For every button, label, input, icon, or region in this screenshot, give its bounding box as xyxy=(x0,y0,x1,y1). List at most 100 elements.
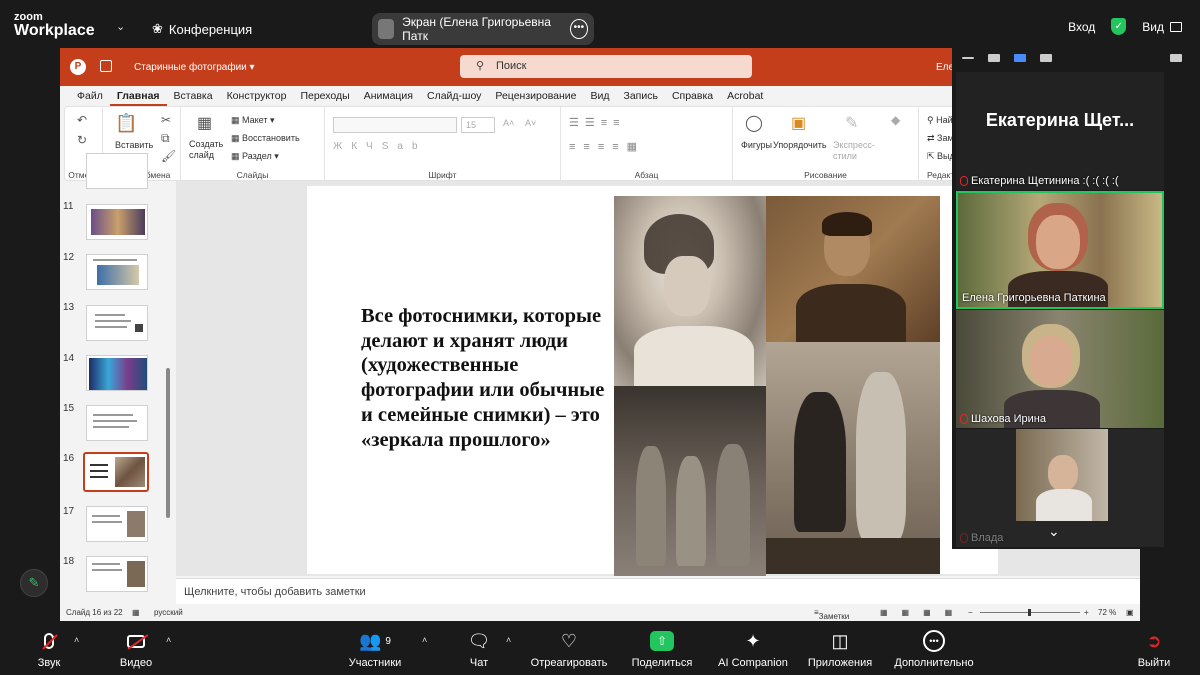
slide-thumb[interactable] xyxy=(86,556,148,592)
slide-thumb[interactable] xyxy=(86,405,148,441)
tab-transitions[interactable]: Переходы xyxy=(293,86,356,106)
tab-review[interactable]: Рецензирование xyxy=(488,86,583,106)
view-buttons[interactable]: ▦▦▦▦ xyxy=(880,608,966,617)
slide-thumb[interactable] xyxy=(86,355,148,391)
shape-fill-icon[interactable]: ◆ xyxy=(891,113,900,127)
ai-companion-button[interactable]: ✦ AI Companion xyxy=(716,629,790,670)
paste-icon[interactable]: 📋 xyxy=(115,113,137,134)
chat-options-caret[interactable]: ˄ xyxy=(506,635,511,645)
minimize-icon[interactable] xyxy=(962,57,974,59)
slide-thumb[interactable] xyxy=(86,506,148,542)
video-options-caret[interactable]: ˄ xyxy=(166,635,171,645)
participants-options-caret[interactable]: ˄ xyxy=(422,635,427,645)
zoom-in-icon[interactable]: + xyxy=(1084,608,1089,617)
thumbnails-scrollbar[interactable] xyxy=(166,368,170,518)
gallery-view-icon[interactable] xyxy=(1040,54,1052,62)
font-name-select[interactable] xyxy=(333,117,457,133)
participants-button[interactable]: 👥 9 Участники xyxy=(344,629,406,670)
leave-button[interactable]: ➲ Выйти xyxy=(1136,629,1172,670)
font-grow-icon[interactable]: A˄ xyxy=(503,118,514,128)
shapes-icon[interactable]: ◯ xyxy=(745,113,763,133)
redo-icon[interactable]: ↻ xyxy=(77,133,87,147)
save-icon[interactable] xyxy=(100,60,112,72)
signin-link[interactable]: Вход xyxy=(1068,20,1095,34)
fit-slide-icon[interactable]: ▣ xyxy=(1126,608,1134,617)
section-button[interactable]: ▦ Раздел ▾ xyxy=(231,151,279,162)
arrange-icon[interactable]: ▣ xyxy=(791,113,806,133)
participant-tile[interactable]: Влада ⌄ xyxy=(956,429,1164,547)
view-button[interactable]: Вид xyxy=(1142,20,1182,34)
tab-design[interactable]: Конструктор xyxy=(220,86,294,106)
paste-label[interactable]: Вставить xyxy=(115,140,153,150)
notes-button[interactable]: ≡ Заметки xyxy=(814,608,849,621)
tab-insert[interactable]: Вставка xyxy=(167,86,220,106)
slide-thumb[interactable] xyxy=(86,204,148,240)
align-icons[interactable]: ≡≡≡≡▦ xyxy=(569,140,645,153)
tab-view[interactable]: Вид xyxy=(584,86,617,106)
participant-tile[interactable]: Екатерина Щет... Екатерина Щетинина :( :… xyxy=(956,72,1164,190)
slide-thumb[interactable] xyxy=(86,254,148,290)
list-icons[interactable]: ☰☰≡≡ xyxy=(569,116,626,129)
zoom-out-icon[interactable]: − xyxy=(968,608,973,617)
quick-styles-icon[interactable]: ✎ xyxy=(845,113,858,133)
zoom-slider-thumb[interactable] xyxy=(1028,609,1031,616)
chat-button[interactable]: 🗨 Чат xyxy=(464,629,494,670)
font-format-icons[interactable]: ЖКЧSab xyxy=(333,141,427,152)
conference-button[interactable]: ❀ Конференция xyxy=(152,21,252,37)
more-icon[interactable]: ••• xyxy=(569,19,588,39)
slide-text[interactable]: Все фотоснимки, которые делают и хранят … xyxy=(361,304,611,452)
more-button[interactable]: ••• Дополнительно xyxy=(890,629,978,669)
quick-styles-label[interactable]: Экспресс-стили xyxy=(833,140,879,162)
tab-slideshow[interactable]: Слайд-шоу xyxy=(420,86,488,106)
undo-icon[interactable]: ↶ xyxy=(77,113,87,127)
tab-file[interactable]: Файл xyxy=(70,86,110,106)
font-size-select[interactable]: 15 xyxy=(461,117,495,133)
current-slide[interactable]: Все фотоснимки, которые делают и хранят … xyxy=(307,186,998,576)
replace-button[interactable]: ⇄ Зам xyxy=(927,133,954,144)
tab-home[interactable]: Главная xyxy=(109,86,167,106)
zoom-level[interactable]: 72 % xyxy=(1098,608,1116,617)
tab-acrobat[interactable]: Acrobat xyxy=(720,86,770,106)
language[interactable]: русский xyxy=(154,608,183,617)
new-slide-label[interactable]: Создать слайд xyxy=(189,139,223,161)
slide-thumb[interactable] xyxy=(86,153,148,189)
search-icon: ⚲ xyxy=(476,60,485,72)
tab-animations[interactable]: Анимация xyxy=(357,86,420,106)
chevron-down-icon[interactable]: ⌄ xyxy=(116,20,125,33)
heart-icon: ♡ xyxy=(560,630,578,651)
shapes-label[interactable]: Фигуры xyxy=(741,140,772,150)
slide-thumb[interactable] xyxy=(86,305,148,341)
apps-button[interactable]: ◫ Приложения xyxy=(804,629,876,670)
share-button[interactable]: ⇧ Поделиться xyxy=(630,629,694,669)
participant-tile-active[interactable]: Елена Григорьевна Паткина xyxy=(956,191,1164,309)
search-input[interactable]: ⚲ Поиск xyxy=(460,55,752,78)
accessibility-icon[interactable]: ▦ xyxy=(132,608,140,617)
format-painter-icon[interactable]: 🖌 xyxy=(161,149,176,163)
font-shrink-icon[interactable]: A˅ xyxy=(525,118,536,128)
audio-options-caret[interactable]: ˄ xyxy=(74,635,79,645)
cut-icon[interactable]: ✂ xyxy=(161,113,171,127)
new-slide-icon[interactable]: ▦ xyxy=(197,113,212,133)
speaker-view-icon[interactable] xyxy=(1014,54,1026,62)
layout-button[interactable]: ▦ Макет ▾ xyxy=(231,115,275,126)
annotate-pen-icon[interactable]: ✎ xyxy=(20,569,48,597)
share-indicator[interactable]: Экран (Елена Григорьевна Патк ••• xyxy=(372,13,594,45)
select-button[interactable]: ⇱ Выд xyxy=(927,151,955,162)
react-button[interactable]: ♡ Отреагировать xyxy=(528,629,610,670)
strip-view-icon[interactable] xyxy=(988,54,1000,62)
tab-help[interactable]: Справка xyxy=(665,86,720,106)
expand-chevron-icon[interactable]: ⌄ xyxy=(1048,523,1060,540)
reset-button[interactable]: ▦ Восстановить xyxy=(231,133,300,144)
popout-icon[interactable] xyxy=(1170,54,1182,62)
copy-icon[interactable]: ⧉ xyxy=(161,131,170,146)
video-button[interactable]: Видео xyxy=(116,629,156,669)
tab-record[interactable]: Запись xyxy=(617,86,665,106)
audio-button[interactable]: Звук xyxy=(32,629,66,669)
document-title[interactable]: Старинные фотографии ▾ xyxy=(134,62,255,73)
slide-thumb-selected[interactable] xyxy=(83,452,149,492)
notes-pane[interactable]: Щелкните, чтобы добавить заметки xyxy=(176,578,1140,604)
participant-tile[interactable]: Шахова Ирина xyxy=(956,310,1164,428)
arrange-label[interactable]: Упорядочить xyxy=(773,140,827,150)
find-button[interactable]: ⚲ Най xyxy=(927,115,953,126)
security-shield-icon[interactable]: ✓ xyxy=(1111,18,1127,35)
